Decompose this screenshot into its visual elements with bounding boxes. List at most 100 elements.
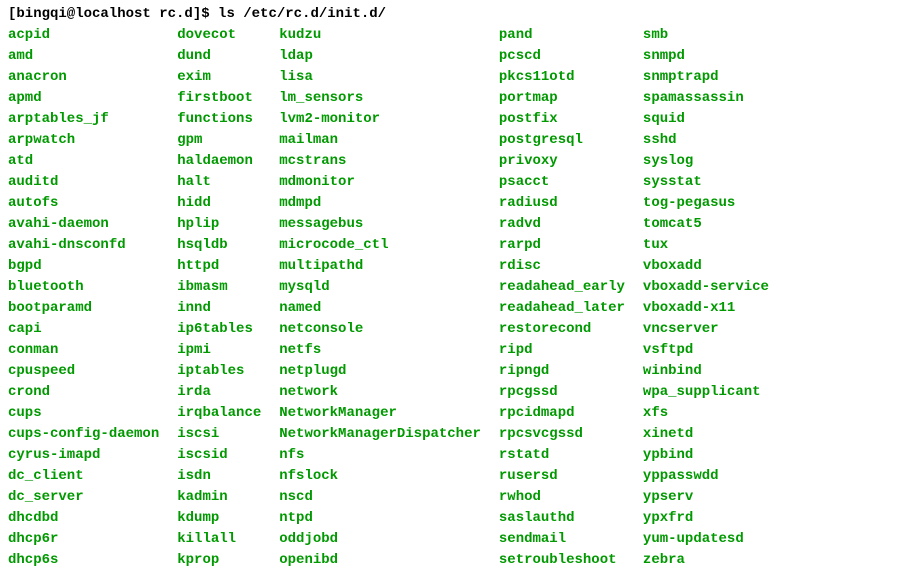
service-entry: sendmail: [499, 529, 625, 550]
service-entry: tomcat5: [643, 214, 769, 235]
service-entry: bgpd: [8, 256, 159, 277]
service-entry: tux: [643, 235, 769, 256]
service-entry: smb: [643, 25, 769, 46]
ls-column-2: kudzuldaplisalm_sensorslvm2-monitormailm…: [279, 25, 481, 571]
service-entry: mysqld: [279, 277, 481, 298]
service-entry: readahead_later: [499, 298, 625, 319]
service-entry: ipmi: [177, 340, 261, 361]
service-entry: ypxfrd: [643, 508, 769, 529]
service-entry: pkcs11otd: [499, 67, 625, 88]
service-entry: yppasswdd: [643, 466, 769, 487]
service-entry: exim: [177, 67, 261, 88]
service-entry: nfs: [279, 445, 481, 466]
service-entry: readahead_early: [499, 277, 625, 298]
service-entry: capi: [8, 319, 159, 340]
service-entry: ibmasm: [177, 277, 261, 298]
service-entry: httpd: [177, 256, 261, 277]
service-entry: snmpd: [643, 46, 769, 67]
service-entry: xfs: [643, 403, 769, 424]
service-entry: pand: [499, 25, 625, 46]
service-entry: rusersd: [499, 466, 625, 487]
service-entry: atd: [8, 151, 159, 172]
service-entry: innd: [177, 298, 261, 319]
service-entry: apmd: [8, 88, 159, 109]
ls-column-1: dovecotdundeximfirstbootfunctionsgpmhald…: [177, 25, 261, 571]
shell-prompt: [bingqi@localhost rc.d]$: [8, 6, 218, 22]
service-entry: mdmpd: [279, 193, 481, 214]
service-entry: ip6tables: [177, 319, 261, 340]
service-entry: vboxadd-x11: [643, 298, 769, 319]
service-entry: lisa: [279, 67, 481, 88]
service-entry: hidd: [177, 193, 261, 214]
service-entry: kdump: [177, 508, 261, 529]
service-entry: cups: [8, 403, 159, 424]
service-entry: amd: [8, 46, 159, 67]
service-entry: vsftpd: [643, 340, 769, 361]
service-entry: sshd: [643, 130, 769, 151]
service-entry: cups-config-daemon: [8, 424, 159, 445]
service-entry: dund: [177, 46, 261, 67]
service-entry: bluetooth: [8, 277, 159, 298]
service-entry: iscsi: [177, 424, 261, 445]
service-entry: spamassassin: [643, 88, 769, 109]
service-entry: rwhod: [499, 487, 625, 508]
service-entry: rpcidmapd: [499, 403, 625, 424]
service-entry: hsqldb: [177, 235, 261, 256]
service-entry: dhcp6r: [8, 529, 159, 550]
service-entry: crond: [8, 382, 159, 403]
service-entry: wpa_supplicant: [643, 382, 769, 403]
service-entry: pcscd: [499, 46, 625, 67]
service-entry: kprop: [177, 550, 261, 571]
service-entry: postgresql: [499, 130, 625, 151]
service-entry: portmap: [499, 88, 625, 109]
service-entry: isdn: [177, 466, 261, 487]
service-entry: dovecot: [177, 25, 261, 46]
service-entry: haldaemon: [177, 151, 261, 172]
service-entry: avahi-daemon: [8, 214, 159, 235]
service-entry: dhcdbd: [8, 508, 159, 529]
service-entry: squid: [643, 109, 769, 130]
service-entry: netfs: [279, 340, 481, 361]
service-entry: functions: [177, 109, 261, 130]
service-entry: kadmin: [177, 487, 261, 508]
service-entry: named: [279, 298, 481, 319]
service-entry: xinetd: [643, 424, 769, 445]
service-entry: hplip: [177, 214, 261, 235]
service-entry: ypserv: [643, 487, 769, 508]
service-entry: vncserver: [643, 319, 769, 340]
service-entry: nscd: [279, 487, 481, 508]
ls-output: acpidamdanacronapmdarptables_jfarpwatcha…: [8, 25, 906, 571]
service-entry: messagebus: [279, 214, 481, 235]
service-entry: auditd: [8, 172, 159, 193]
service-entry: rpcsvcgssd: [499, 424, 625, 445]
service-entry: zebra: [643, 550, 769, 571]
service-entry: firstboot: [177, 88, 261, 109]
service-entry: dc_client: [8, 466, 159, 487]
service-entry: postfix: [499, 109, 625, 130]
service-entry: arptables_jf: [8, 109, 159, 130]
service-entry: kudzu: [279, 25, 481, 46]
service-entry: autofs: [8, 193, 159, 214]
service-entry: mcstrans: [279, 151, 481, 172]
service-entry: vboxadd-service: [643, 277, 769, 298]
service-entry: microcode_ctl: [279, 235, 481, 256]
service-entry: ypbind: [643, 445, 769, 466]
service-entry: lvm2-monitor: [279, 109, 481, 130]
terminal-prompt-line: [bingqi@localhost rc.d]$ ls /etc/rc.d/in…: [8, 4, 906, 25]
service-entry: bootparamd: [8, 298, 159, 319]
service-entry: iptables: [177, 361, 261, 382]
service-entry: rstatd: [499, 445, 625, 466]
service-entry: anacron: [8, 67, 159, 88]
service-entry: avahi-dnsconfd: [8, 235, 159, 256]
service-entry: halt: [177, 172, 261, 193]
service-entry: arpwatch: [8, 130, 159, 151]
service-entry: cpuspeed: [8, 361, 159, 382]
service-entry: dc_server: [8, 487, 159, 508]
service-entry: setroubleshoot: [499, 550, 625, 571]
ls-column-0: acpidamdanacronapmdarptables_jfarpwatcha…: [8, 25, 159, 571]
service-entry: acpid: [8, 25, 159, 46]
service-entry: ripngd: [499, 361, 625, 382]
service-entry: psacct: [499, 172, 625, 193]
service-entry: network: [279, 382, 481, 403]
service-entry: nfslock: [279, 466, 481, 487]
